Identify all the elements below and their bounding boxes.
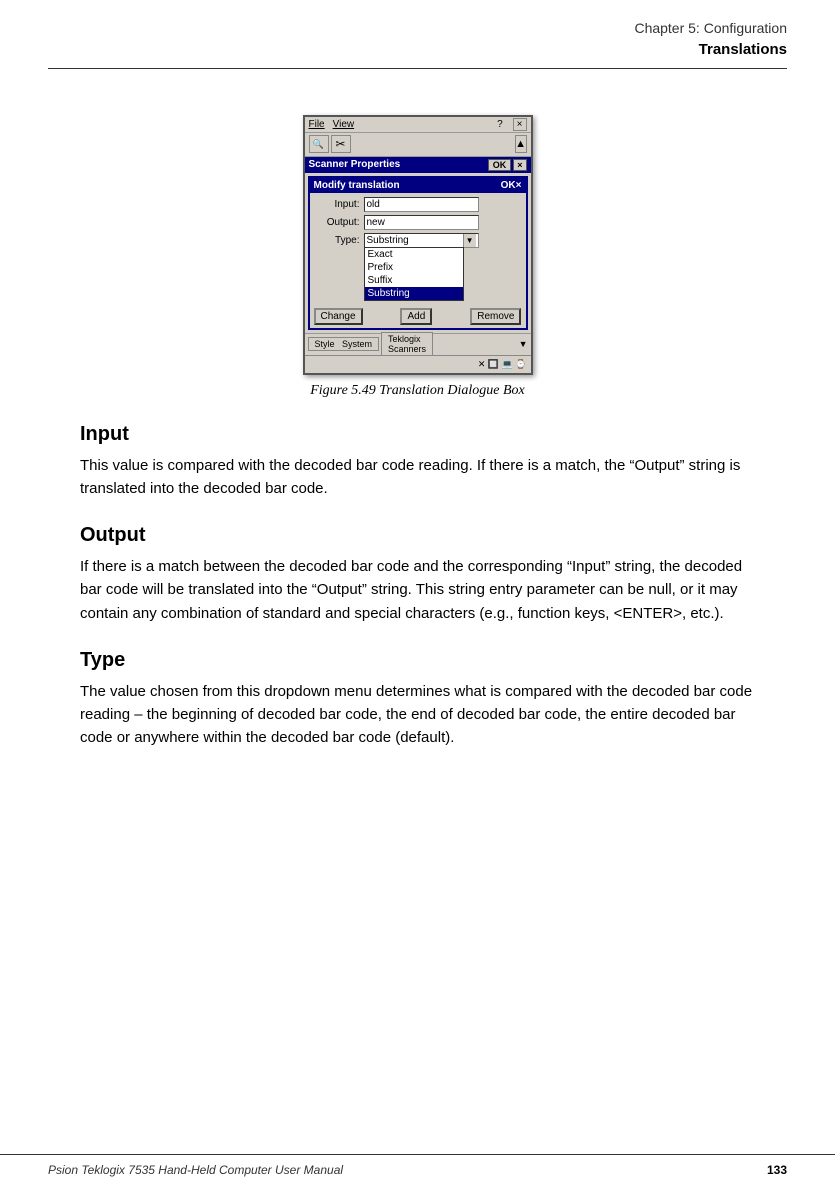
output-heading: Output — [80, 524, 755, 547]
modify-body: Input: Output: Type: Substring — [310, 193, 526, 255]
type-label: Type: — [316, 235, 364, 246]
toolbar-icon-1[interactable]: 🔍 — [309, 135, 329, 153]
input-section: Input This value is compared with the de… — [80, 423, 755, 501]
toolbar: 🔍 ✂ ▲ — [305, 133, 531, 157]
menu-bar: File View ? × — [305, 117, 531, 133]
status-icons: ✕ 🔲 💻 ⌚ — [478, 359, 527, 370]
input-row: Input: — [316, 197, 520, 212]
menu-close-btn[interactable]: × — [513, 118, 527, 131]
remove-button[interactable]: Remove — [470, 308, 521, 325]
scanner-properties-ok[interactable]: OK — [488, 159, 512, 171]
dialog-window: File View ? × 🔍 ✂ ▲ Scanner Properties O… — [303, 115, 533, 375]
modify-translation-dialog: Modify translation OK × Input: Output: — [308, 176, 528, 330]
scroll-down-btn[interactable]: ▼ — [519, 339, 528, 349]
input-field[interactable] — [364, 197, 479, 212]
scroll-up-btn[interactable]: ▲ — [515, 135, 527, 153]
output-text: If there is a match between the decoded … — [80, 555, 755, 625]
type-dropdown-wrapper: Substring ▼ Exact Prefix Suffix Substrin… — [364, 233, 479, 248]
page-title: Translations — [48, 39, 787, 62]
dialog-buttons-row: Change Add Remove — [310, 305, 526, 328]
footer-left: Psion Teklogix 7535 Hand-Held Computer U… — [48, 1163, 343, 1177]
change-button[interactable]: Change — [314, 308, 363, 325]
type-select[interactable]: Substring ▼ — [364, 233, 479, 248]
scanner-properties-header: Scanner Properties OK × — [305, 157, 531, 173]
modify-ok-btn[interactable]: OK — [501, 180, 516, 191]
output-section: Output If there is a match between the d… — [80, 524, 755, 625]
dialog-screenshot: File View ? × 🔍 ✂ ▲ Scanner Properties O… — [80, 115, 755, 399]
taskbar-area: Style System TeklogixScanners ▼ — [305, 333, 531, 355]
page-footer: Psion Teklogix 7535 Hand-Held Computer U… — [0, 1154, 835, 1177]
scanner-properties-title: Scanner Properties — [309, 159, 401, 170]
type-dropdown-list: Exact Prefix Suffix Substring — [364, 247, 464, 301]
toolbar-icon-2[interactable]: ✂ — [331, 135, 351, 153]
menu-view[interactable]: View — [333, 119, 355, 130]
chapter-line: Chapter 5: Configuration — [48, 18, 787, 39]
type-row: Type: Substring ▼ Exact Prefix Suffix — [316, 233, 520, 248]
dropdown-item-prefix[interactable]: Prefix — [365, 261, 463, 274]
modify-translation-header: Modify translation OK × — [310, 178, 526, 193]
dropdown-item-exact[interactable]: Exact — [365, 248, 463, 261]
input-heading: Input — [80, 423, 755, 446]
add-button[interactable]: Add — [400, 308, 432, 325]
taskbar-teklogix[interactable]: TeklogixScanners — [381, 332, 433, 356]
footer-page: 133 — [767, 1163, 787, 1177]
status-bar: ✕ 🔲 💻 ⌚ — [305, 355, 531, 373]
menu-help[interactable]: ? — [497, 119, 503, 130]
type-section: Type The value chosen from this dropdown… — [80, 649, 755, 750]
scanner-properties-close[interactable]: × — [513, 159, 526, 171]
input-label: Input: — [316, 199, 364, 210]
taskbar-style[interactable]: Style System — [308, 337, 380, 351]
output-label: Output: — [316, 217, 364, 228]
type-heading: Type — [80, 649, 755, 672]
type-selected-value: Substring — [367, 235, 409, 246]
page-header: Chapter 5: Configuration Translations — [0, 0, 835, 69]
input-text: This value is compared with the decoded … — [80, 454, 755, 501]
dropdown-item-suffix[interactable]: Suffix — [365, 274, 463, 287]
menu-file[interactable]: File — [309, 119, 325, 130]
modify-translation-title: Modify translation — [314, 180, 400, 191]
content-area: File View ? × 🔍 ✂ ▲ Scanner Properties O… — [0, 75, 835, 796]
output-field[interactable] — [364, 215, 479, 230]
dropdown-item-substring[interactable]: Substring — [365, 287, 463, 300]
type-text: The value chosen from this dropdown menu… — [80, 680, 755, 750]
dropdown-arrow-icon[interactable]: ▼ — [463, 234, 476, 247]
modify-close-btn[interactable]: × — [516, 180, 522, 191]
figure-caption: Figure 5.49 Translation Dialogue Box — [310, 383, 525, 399]
output-row: Output: — [316, 215, 520, 230]
